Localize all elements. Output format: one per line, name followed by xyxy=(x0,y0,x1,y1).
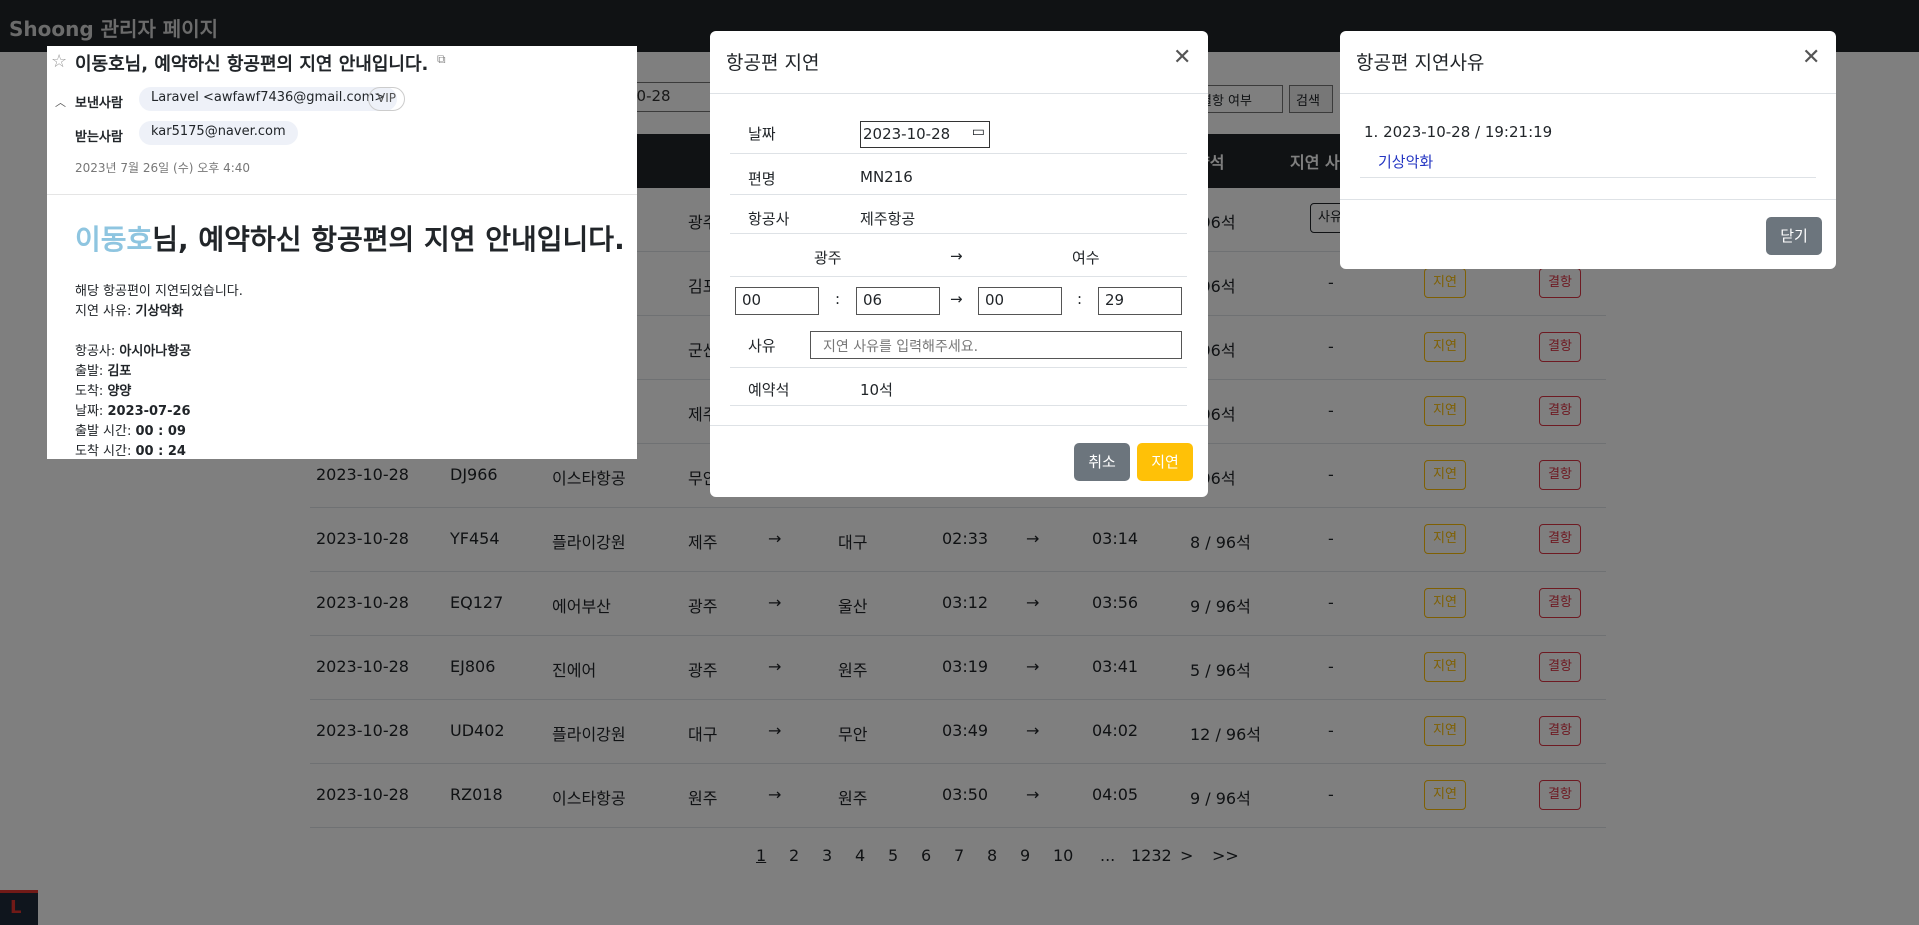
email-line: 지연 사유: 기상악화 xyxy=(75,304,184,319)
cancel-button[interactable]: 취소 xyxy=(1074,443,1130,481)
route-from: 광주 xyxy=(814,249,842,267)
email-heading: 이동호님, 예약하신 항공편의 지연 안내입니다. xyxy=(75,218,625,258)
seat-label: 예약석 xyxy=(748,381,790,399)
calendar-icon[interactable]: ▭ xyxy=(972,124,985,140)
vip-badge: VIP xyxy=(368,87,405,111)
recipient-name: 이동호 xyxy=(75,223,153,256)
date-input[interactable]: 2023-10-28 ▭ xyxy=(860,121,990,148)
email-line: 해당 항공편이 지연되었습니다. xyxy=(75,284,243,299)
close-icon[interactable]: ✕ xyxy=(1173,45,1191,70)
divider xyxy=(47,194,637,195)
delay-confirm-button[interactable]: 지연 xyxy=(1137,443,1193,481)
email-line: 도착: 양양 xyxy=(75,384,132,399)
close-icon[interactable]: ✕ xyxy=(1802,45,1820,70)
airline-label: 항공사 xyxy=(748,210,790,228)
heading-rest: 님, 예약하신 항공편의 지연 안내입니다. xyxy=(152,223,625,256)
date-label: 날짜 xyxy=(748,125,776,143)
reason-entry-text: 기상악화 xyxy=(1378,153,1434,171)
email-line: 도착 시간: 00 : 24 xyxy=(75,444,186,459)
reason-label: 사유 xyxy=(748,337,776,355)
route-arrow: → xyxy=(950,247,963,265)
chevron-up-icon[interactable]: ︿ xyxy=(55,94,66,110)
delay-reason-modal: 항공편 지연사유 ✕ 1. 2023-10-28 / 19:21:19 기상악화… xyxy=(1340,31,1836,269)
reason-input[interactable]: 지연 사유를 입력해주세요. xyxy=(810,331,1182,359)
reason-entry-date: 1. 2023-10-28 / 19:21:19 xyxy=(1364,123,1553,141)
email-line: 날짜: 2023-07-26 xyxy=(75,404,191,419)
dep-min-input[interactable]: 06 xyxy=(856,287,940,315)
airline-value: 제주항공 xyxy=(860,210,916,228)
arr-min-input[interactable]: 29 xyxy=(1098,287,1182,315)
dep-hour-input[interactable]: 00 xyxy=(735,287,819,315)
time-arrow: → xyxy=(950,290,963,308)
from-chip[interactable]: Laravel <awfawf7436@gmail.com> xyxy=(139,87,398,111)
arr-hour-input[interactable]: 00 xyxy=(978,287,1062,315)
flight-label: 편명 xyxy=(748,170,776,188)
email-line: 항공사: 아시아나항공 xyxy=(75,344,192,359)
seat-value: 10석 xyxy=(860,381,893,399)
external-link-icon[interactable]: ⧉ xyxy=(437,52,446,67)
close-button[interactable]: 닫기 xyxy=(1766,217,1822,255)
email-line: 출발 시간: 00 : 09 xyxy=(75,424,186,439)
to-chip[interactable]: kar5175@naver.com xyxy=(139,121,298,145)
email-subject: 이동호님, 예약하신 항공편의 지연 안내입니다. xyxy=(75,54,429,75)
delay-modal: 항공편 지연 ✕ 날짜 2023-10-28 ▭ 편명 MN216 항공사 제주항… xyxy=(710,31,1208,497)
email-line: 출발: 김포 xyxy=(75,364,132,379)
modal-title: 항공편 지연 xyxy=(726,52,820,74)
from-label: 보낸사람 xyxy=(75,96,123,111)
flight-value: MN216 xyxy=(860,168,913,186)
route-to: 여수 xyxy=(1072,249,1100,267)
email-date: 2023년 7월 26일 (수) 오후 4:40 xyxy=(75,161,251,175)
modal-title: 항공편 지연사유 xyxy=(1356,52,1485,74)
star-icon[interactable]: ☆ xyxy=(51,51,67,72)
to-label: 받는사람 xyxy=(75,130,123,145)
email-preview: ☆ 이동호님, 예약하신 항공편의 지연 안내입니다. ⧉ ︿ 보낸사람 Lar… xyxy=(47,46,637,459)
